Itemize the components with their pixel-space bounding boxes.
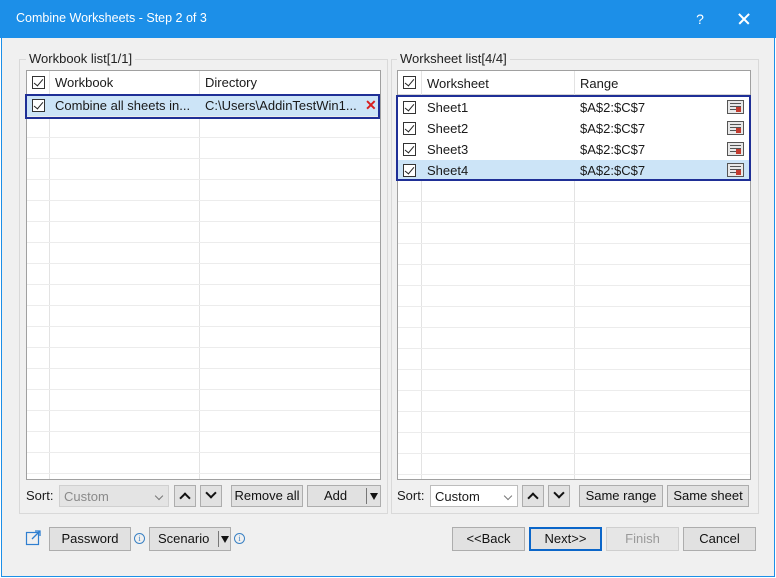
workbook-sort-combo[interactable]: Custom (59, 485, 169, 507)
worksheet-move-down-button[interactable] (548, 485, 570, 507)
chevron-down-icon (154, 491, 164, 501)
workbook-sort-value: Custom (64, 489, 109, 504)
workbook-grid[interactable]: Workbook Directory Combine all sheets in… (26, 70, 381, 480)
workbook-move-up-button[interactable] (174, 485, 196, 507)
worksheet-sort-combo[interactable]: Custom (430, 485, 518, 507)
chevron-down-icon (553, 487, 565, 499)
info-icon: i (134, 533, 145, 544)
workbook-list-label: Workbook list[1/1] (26, 51, 136, 66)
worksheet-sort-label: Sort: (397, 488, 425, 503)
workbook-grid-header: Workbook Directory (27, 71, 380, 95)
column-header-worksheet[interactable]: Worksheet (427, 76, 489, 91)
title-bar: Combine Worksheets - Step 2 of 3 ? (0, 0, 776, 38)
close-icon[interactable] (734, 9, 754, 29)
same-sheet-button[interactable]: Same sheet (667, 485, 749, 507)
column-header-directory[interactable]: Directory (205, 75, 257, 90)
column-header-range[interactable]: Range (580, 76, 618, 91)
chevron-up-icon (179, 492, 191, 504)
worksheet-sort-value: Custom (435, 489, 480, 504)
dropdown-caret-icon[interactable] (370, 493, 378, 500)
cancel-button[interactable]: Cancel (683, 527, 756, 551)
scenario-button-label: Scenario (158, 531, 210, 546)
finish-button[interactable]: Finish (606, 527, 679, 551)
worksheet-move-up-button[interactable] (522, 485, 544, 507)
select-all-workbooks-checkbox[interactable] (32, 76, 45, 89)
same-range-button[interactable]: Same range (579, 485, 663, 507)
column-header-workbook[interactable]: Workbook (55, 75, 113, 90)
select-all-worksheets-checkbox[interactable] (403, 76, 416, 89)
next-button[interactable]: Next>> (529, 527, 602, 551)
chevron-up-icon (527, 492, 539, 504)
question-mark-icon[interactable]: ? (690, 9, 710, 29)
back-button[interactable]: <<Back (452, 527, 525, 551)
scenario-button[interactable]: Scenario (149, 527, 231, 551)
add-button[interactable]: Add (307, 485, 381, 507)
worksheet-selection-outline (396, 95, 751, 181)
dropdown-caret-icon[interactable] (221, 536, 229, 543)
worksheet-list-label: Worksheet list[4/4] (397, 51, 510, 66)
workbook-sort-label: Sort: (26, 488, 54, 503)
workbook-move-down-button[interactable] (200, 485, 222, 507)
external-link-icon[interactable] (25, 529, 42, 546)
password-button[interactable]: Password (49, 527, 131, 551)
remove-all-button[interactable]: Remove all (231, 485, 303, 507)
add-button-label: Add (324, 488, 348, 503)
info-icon: i (234, 533, 245, 544)
chevron-down-icon (205, 487, 217, 499)
workbook-selection-outline (25, 94, 380, 119)
chevron-down-icon (503, 491, 513, 501)
window-title: Combine Worksheets - Step 2 of 3 (16, 11, 207, 25)
